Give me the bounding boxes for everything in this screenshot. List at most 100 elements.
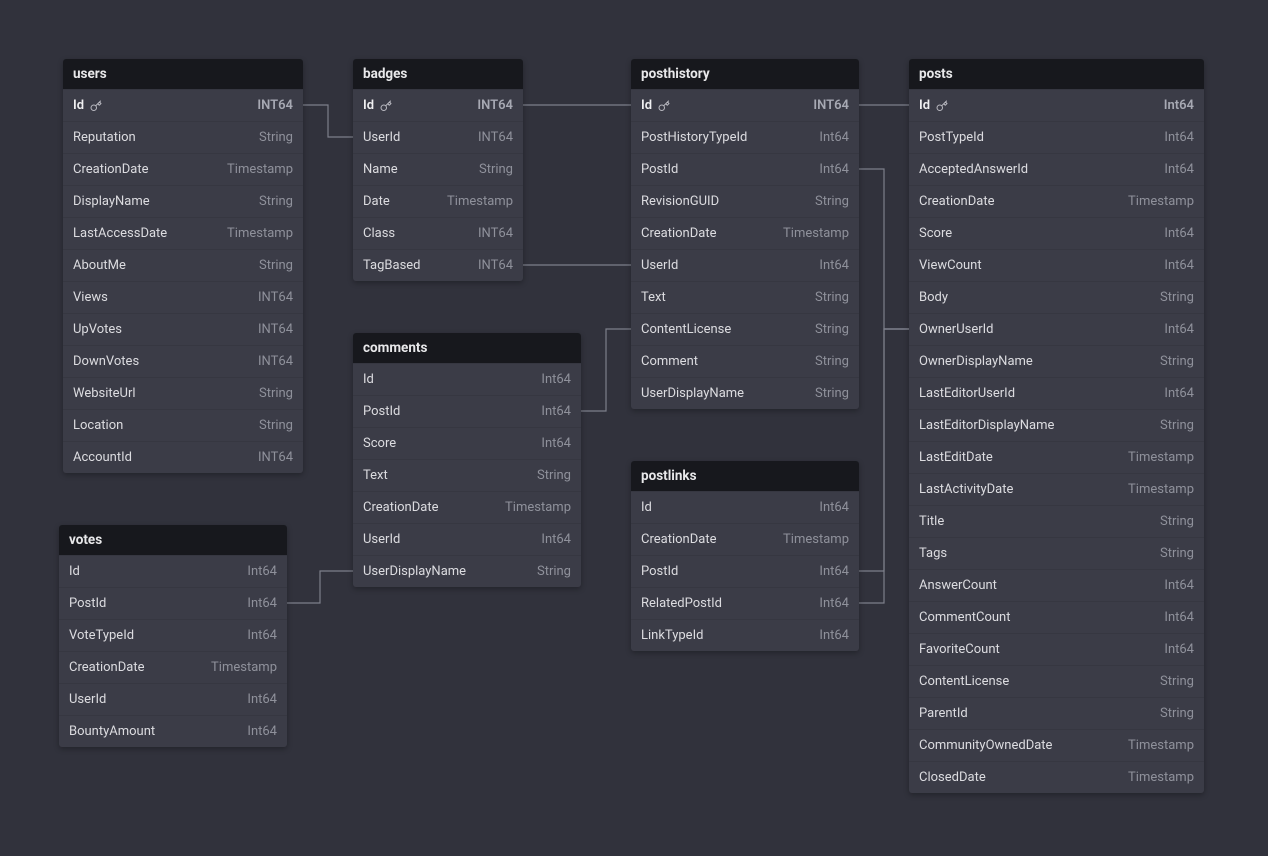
column-name: AcceptedAnswerId xyxy=(919,162,1028,177)
column-row[interactable]: TagsString xyxy=(909,537,1204,569)
column-row[interactable]: CreationDateTimestamp xyxy=(631,523,859,555)
column-row[interactable]: UserIdInt64 xyxy=(631,249,859,281)
column-row[interactable]: LocationString xyxy=(63,409,303,441)
table-comments[interactable]: commentsIdInt64PostIdInt64ScoreInt64Text… xyxy=(353,333,581,587)
column-row[interactable]: UserIdInt64 xyxy=(59,683,287,715)
column-row[interactable]: VoteTypeIdInt64 xyxy=(59,619,287,651)
column-type: Timestamp xyxy=(227,226,293,241)
column-row[interactable]: BodyString xyxy=(909,281,1204,313)
column-row[interactable]: WebsiteUrlString xyxy=(63,377,303,409)
table-header[interactable]: posts xyxy=(909,59,1204,89)
column-row[interactable]: RevisionGUIDString xyxy=(631,185,859,217)
column-row[interactable]: DownVotesINT64 xyxy=(63,345,303,377)
column-row[interactable]: AboutMeString xyxy=(63,249,303,281)
column-row[interactable]: OwnerUserIdInt64 xyxy=(909,313,1204,345)
column-type: Int64 xyxy=(247,724,277,739)
column-row[interactable]: CreationDateTimestamp xyxy=(631,217,859,249)
column-row[interactable]: UserIdInt64 xyxy=(353,523,581,555)
column-row[interactable]: ContentLicenseString xyxy=(631,313,859,345)
column-row[interactable]: CreationDateTimestamp xyxy=(909,185,1204,217)
column-row[interactable]: PostHistoryTypeIdInt64 xyxy=(631,121,859,153)
column-row[interactable]: UserDisplayNameString xyxy=(353,555,581,587)
column-row[interactable]: TagBasedINT64 xyxy=(353,249,523,281)
column-row[interactable]: TitleString xyxy=(909,505,1204,537)
table-header[interactable]: users xyxy=(63,59,303,89)
column-row[interactable]: CreationDateTimestamp xyxy=(353,491,581,523)
column-row[interactable]: AnswerCountInt64 xyxy=(909,569,1204,601)
table-header[interactable]: badges xyxy=(353,59,523,89)
column-row[interactable]: PostIdInt64 xyxy=(631,555,859,587)
column-type: Timestamp xyxy=(1128,738,1194,753)
table-title: postlinks xyxy=(641,468,697,484)
column-row[interactable]: UserDisplayNameString xyxy=(631,377,859,409)
table-header[interactable]: comments xyxy=(353,333,581,363)
column-row[interactable]: LastEditorDisplayNameString xyxy=(909,409,1204,441)
column-row[interactable]: IdInt64 xyxy=(631,491,859,523)
table-users[interactable]: usersIdINT64ReputationStringCreationDate… xyxy=(63,59,303,473)
column-row[interactable]: RelatedPostIdInt64 xyxy=(631,587,859,619)
column-row[interactable]: CommentString xyxy=(631,345,859,377)
column-row[interactable]: CreationDateTimestamp xyxy=(59,651,287,683)
column-name: Views xyxy=(73,290,108,305)
table-header[interactable]: posthistory xyxy=(631,59,859,89)
table-header[interactable]: postlinks xyxy=(631,461,859,491)
column-row[interactable]: IdInt64 xyxy=(59,555,287,587)
table-posts[interactable]: postsIdInt64PostTypeIdInt64AcceptedAnswe… xyxy=(909,59,1204,793)
column-type: String xyxy=(1160,706,1194,721)
column-type: Int64 xyxy=(247,564,277,579)
column-row[interactable]: UserIdINT64 xyxy=(353,121,523,153)
column-row[interactable]: NameString xyxy=(353,153,523,185)
column-row[interactable]: IdInt64 xyxy=(909,89,1204,121)
column-row[interactable]: DisplayNameString xyxy=(63,185,303,217)
connector-line xyxy=(859,329,909,571)
column-row[interactable]: LinkTypeIdInt64 xyxy=(631,619,859,651)
column-row[interactable]: AccountIdINT64 xyxy=(63,441,303,473)
column-type: INT64 xyxy=(258,290,293,305)
column-row[interactable]: ScoreInt64 xyxy=(909,217,1204,249)
table-votes[interactable]: votesIdInt64PostIdInt64VoteTypeIdInt64Cr… xyxy=(59,525,287,747)
column-row[interactable]: IdINT64 xyxy=(353,89,523,121)
column-row[interactable]: ClassINT64 xyxy=(353,217,523,249)
column-row[interactable]: DateTimestamp xyxy=(353,185,523,217)
column-row[interactable]: LastActivityDateTimestamp xyxy=(909,473,1204,505)
column-row[interactable]: ParentIdString xyxy=(909,697,1204,729)
column-row[interactable]: ReputationString xyxy=(63,121,303,153)
column-row[interactable]: UpVotesINT64 xyxy=(63,313,303,345)
table-badges[interactable]: badgesIdINT64UserIdINT64NameStringDateTi… xyxy=(353,59,523,281)
column-row[interactable]: CreationDateTimestamp xyxy=(63,153,303,185)
column-row[interactable]: IdInt64 xyxy=(353,363,581,395)
column-row[interactable]: LastEditorUserIdInt64 xyxy=(909,377,1204,409)
column-row[interactable]: ContentLicenseString xyxy=(909,665,1204,697)
column-row[interactable]: CommunityOwnedDateTimestamp xyxy=(909,729,1204,761)
column-row[interactable]: PostTypeIdInt64 xyxy=(909,121,1204,153)
column-row[interactable]: PostIdInt64 xyxy=(631,153,859,185)
column-row[interactable]: TextString xyxy=(353,459,581,491)
column-row[interactable]: CommentCountInt64 xyxy=(909,601,1204,633)
table-postlinks[interactable]: postlinks IdInt64CreationDateTimestampPos… xyxy=(631,461,859,651)
column-row[interactable]: FavoriteCountInt64 xyxy=(909,633,1204,665)
column-row[interactable]: TextString xyxy=(631,281,859,313)
column-row[interactable]: ClosedDateTimestamp xyxy=(909,761,1204,793)
column-type: Int64 xyxy=(1164,610,1194,625)
column-name: Id xyxy=(641,500,652,515)
column-type: INT64 xyxy=(258,354,293,369)
column-row[interactable]: IdINT64 xyxy=(63,89,303,121)
column-row[interactable]: PostIdInt64 xyxy=(59,587,287,619)
column-row[interactable]: AcceptedAnswerIdInt64 xyxy=(909,153,1204,185)
column-row[interactable]: ViewCountInt64 xyxy=(909,249,1204,281)
column-row[interactable]: LastEditDateTimestamp xyxy=(909,441,1204,473)
column-row[interactable]: BountyAmountInt64 xyxy=(59,715,287,747)
column-name: UserId xyxy=(69,692,106,707)
column-row[interactable]: OwnerDisplayNameString xyxy=(909,345,1204,377)
column-row[interactable]: IdINT64 xyxy=(631,89,859,121)
column-type: Int64 xyxy=(1164,642,1194,657)
table-header[interactable]: votes xyxy=(59,525,287,555)
column-type: Timestamp xyxy=(1128,194,1194,209)
column-row[interactable]: PostIdInt64 xyxy=(353,395,581,427)
column-type: Int64 xyxy=(1164,98,1194,113)
column-row[interactable]: ScoreInt64 xyxy=(353,427,581,459)
table-posthistory[interactable]: posthistoryIdINT64PostHistoryTypeIdInt64… xyxy=(631,59,859,409)
column-row[interactable]: Views INT64 xyxy=(63,281,303,313)
column-type: INT64 xyxy=(258,322,293,337)
column-row[interactable]: LastAccessDateTimestamp xyxy=(63,217,303,249)
